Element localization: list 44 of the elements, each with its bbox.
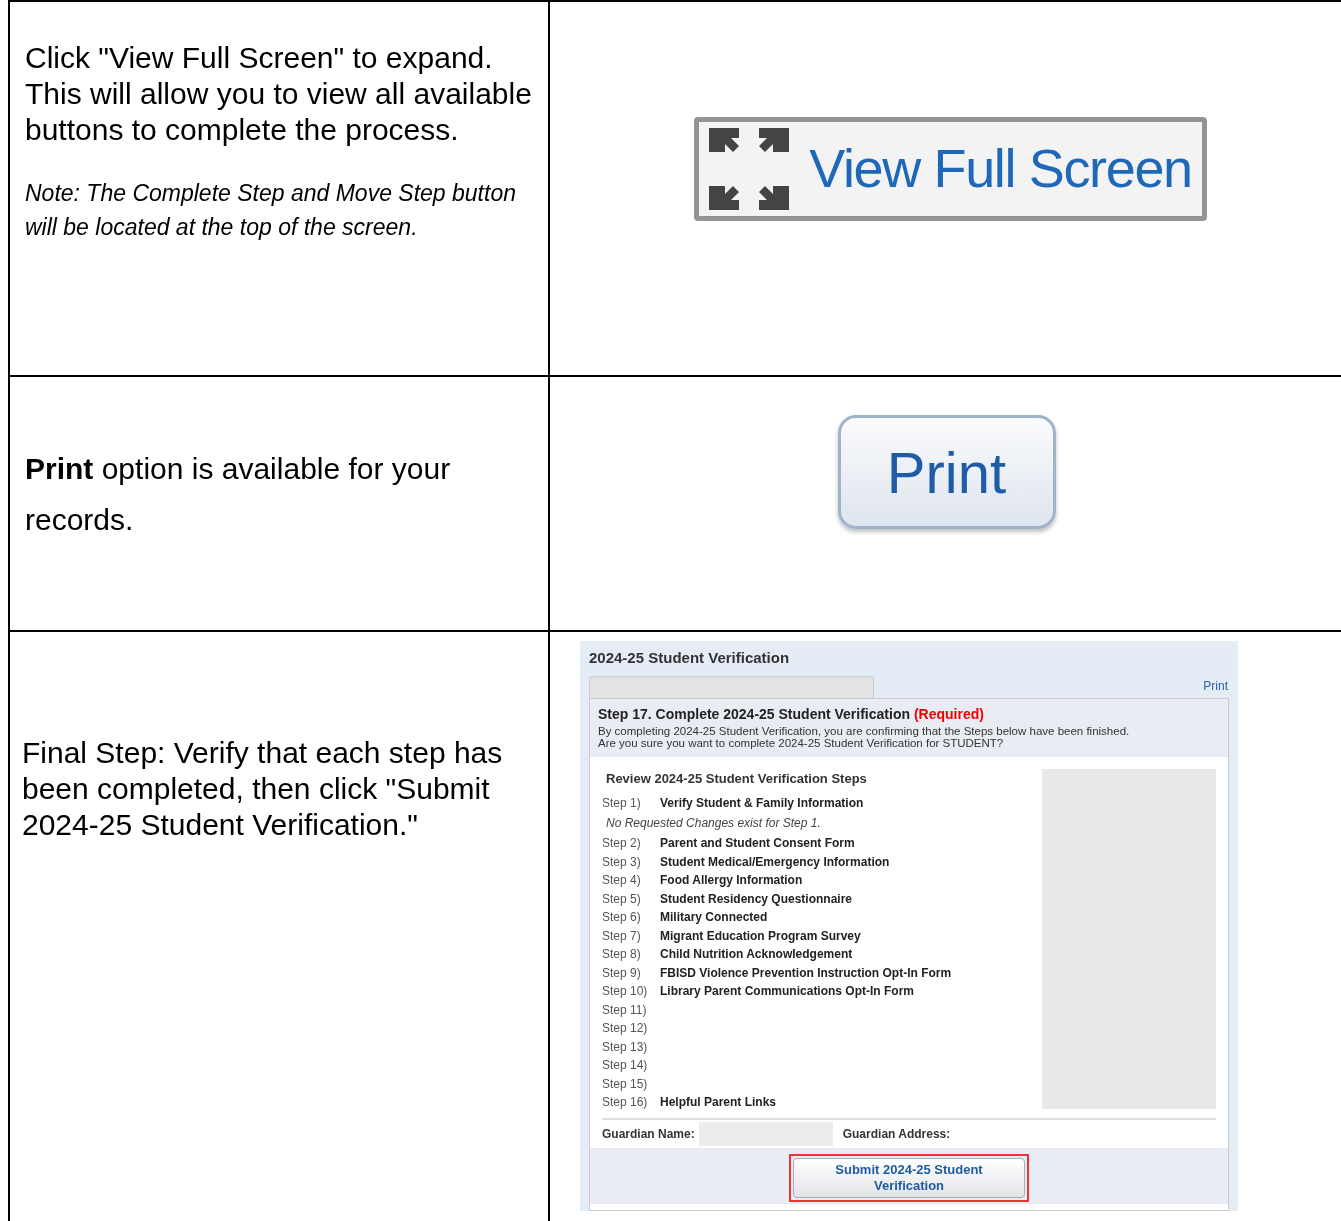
instruction-text: Click "View Full Screen" to expand. This will allow you to view all available buttons to complete the process. bbox=[25, 40, 533, 148]
step-number: Step 3) bbox=[602, 853, 642, 871]
step-title: Step 17. Complete 2024-25 Student Verification (Required) bbox=[598, 706, 984, 722]
step-label: Student Residency Questionnaire bbox=[660, 890, 853, 908]
step-number: Step 2) bbox=[602, 835, 642, 853]
step-number: Step 4) bbox=[602, 872, 642, 890]
step-number: Step 14) bbox=[602, 1057, 649, 1075]
print-button[interactable]: Print bbox=[837, 415, 1056, 529]
step-number: Step 11) bbox=[602, 1001, 648, 1019]
screen-title: 2024-25 Student Verification bbox=[589, 649, 790, 666]
step-number: Step 16) bbox=[602, 1094, 649, 1112]
step-number: Step 6) bbox=[602, 909, 642, 927]
step-label: FBISD Violence Prevention Instruction Opt-In Form bbox=[660, 964, 952, 982]
step-number: Step 1) bbox=[602, 794, 642, 812]
step-label: Child Nutrition Acknowledgement bbox=[660, 946, 853, 964]
guardian-address-label: Guardian Address: bbox=[842, 1125, 951, 1143]
step-number: Step 10) bbox=[602, 983, 649, 1001]
step-label: Food Allergy Information bbox=[660, 872, 803, 890]
step-number: Step 5) bbox=[602, 890, 642, 908]
description-text: Are you sure you want to complete 2024-25 Student Verification for STUDENT? bbox=[598, 737, 1005, 749]
instruction-text: Print option is available for your records. bbox=[25, 451, 452, 538]
step-number: Step 8) bbox=[602, 946, 642, 964]
description-text: By completing 2024-25 Student Verification, you are confirming that the Steps below have been finished. bbox=[598, 725, 1131, 737]
instruction-text: Final Step: Verify that each step has been completed, then click "Submit 2024-25 Student Verification." bbox=[22, 735, 504, 843]
step-label: Verify Student & Family Information bbox=[660, 794, 864, 812]
submit-button[interactable]: Submit 2024-25 Student Verification bbox=[793, 1157, 1025, 1198]
note-text: Note: The Complete Step and Move Step button will be located at the top of the screen. bbox=[25, 179, 517, 242]
step-label: Library Parent Communications Opt-In Form bbox=[660, 983, 915, 1001]
step-number: Step 9) bbox=[602, 964, 642, 982]
step-label: Helpful Parent Links bbox=[660, 1094, 777, 1112]
expand-arrows-icon bbox=[709, 127, 790, 210]
step-label: Migrant Education Program Survey bbox=[660, 927, 861, 945]
print-link[interactable]: Print bbox=[1203, 677, 1229, 698]
step-label: Parent and Student Consent Form bbox=[660, 835, 855, 853]
step-label: Student Medical/Emergency Information bbox=[660, 853, 890, 871]
step-number: Step 7) bbox=[602, 927, 642, 945]
step-number: Step 12) bbox=[602, 1020, 649, 1038]
view-full-screen-button[interactable]: View Full Screen bbox=[694, 116, 1207, 221]
step-number: Step 13) bbox=[602, 1038, 649, 1056]
guardian-name-label: Guardian Name: bbox=[602, 1125, 695, 1143]
step-note: No Requested Changes exist for Step 1. bbox=[605, 815, 822, 832]
review-heading: Review 2024-25 Student Verification Steps bbox=[605, 770, 868, 788]
step-number: Step 15) bbox=[602, 1075, 649, 1093]
step-label: Military Connected bbox=[660, 909, 768, 927]
